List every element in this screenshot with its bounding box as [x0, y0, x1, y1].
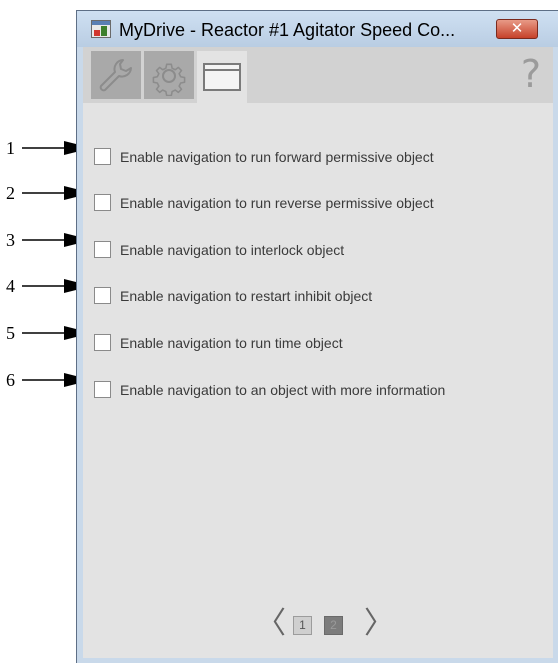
- window-icon: [203, 63, 241, 91]
- checkbox[interactable]: [94, 241, 111, 258]
- callout-number: 1: [6, 138, 15, 158]
- checkbox[interactable]: [94, 287, 111, 304]
- callout-number: 2: [6, 183, 15, 203]
- help-icon[interactable]: ?: [521, 51, 541, 97]
- chevron-right-icon[interactable]: 〉: [364, 607, 394, 641]
- wrench-icon: [99, 59, 132, 92]
- content-panel: ? Enable navigation to run forward permi…: [83, 47, 553, 658]
- pager: 〈 1 2 〉: [83, 607, 553, 643]
- window-title: MyDrive - Reactor #1 Agitator Speed Co..…: [119, 20, 456, 40]
- title-bar[interactable]: MyDrive - Reactor #1 Agitator Speed Co..…: [77, 11, 558, 47]
- option-label: Enable navigation to an object with more…: [120, 382, 446, 398]
- checkbox[interactable]: [94, 334, 111, 351]
- tab-maintenance[interactable]: [91, 51, 141, 99]
- chevron-left-icon[interactable]: 〈: [256, 607, 286, 641]
- checkbox[interactable]: [94, 381, 111, 398]
- close-button[interactable]: ✕: [496, 19, 538, 39]
- option-label: Enable navigation to run time object: [120, 335, 343, 351]
- option-label: Enable navigation to restart inhibit obj…: [120, 288, 373, 304]
- option-label: Enable navigation to interlock object: [120, 242, 345, 258]
- checkbox[interactable]: [94, 148, 111, 165]
- tab-navigation[interactable]: [197, 51, 247, 103]
- option-label: Enable navigation to run reverse permiss…: [120, 195, 434, 211]
- page-1-button[interactable]: 1: [293, 616, 312, 635]
- callout-number: 3: [6, 230, 15, 250]
- checkbox[interactable]: [94, 194, 111, 211]
- gear-icon: [152, 63, 186, 96]
- callout-number: 6: [6, 370, 15, 390]
- callout-number: 5: [6, 323, 15, 343]
- app-icon: [91, 20, 111, 38]
- option-label: Enable navigation to run forward permiss…: [120, 149, 434, 165]
- faceplate-window: MyDrive - Reactor #1 Agitator Speed Co..…: [76, 10, 558, 663]
- tab-toolbar: ?: [83, 47, 553, 103]
- tab-engineering[interactable]: [144, 51, 194, 99]
- page-2-button[interactable]: 2: [324, 616, 343, 635]
- callout-number: 4: [6, 276, 15, 296]
